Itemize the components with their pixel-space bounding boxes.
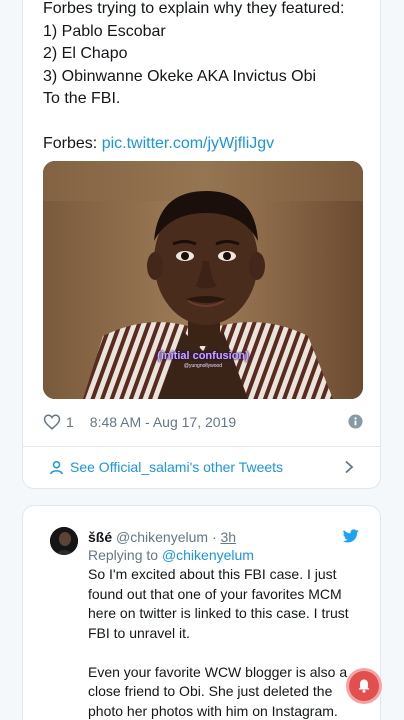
heart-icon[interactable] xyxy=(43,413,61,431)
see-other-tweets-label: See Official_salami's other Tweets xyxy=(70,459,284,475)
twitter-bird-icon[interactable] xyxy=(343,529,359,543)
media-caption: (initial confusion) xyxy=(157,350,249,362)
tweet-media-image[interactable]: (initial confusion) @yungnollywood xyxy=(43,161,363,399)
fab-inner xyxy=(349,671,379,701)
info-icon[interactable] xyxy=(348,414,363,429)
reply-text: So I'm excited about this FBI case. I ju… xyxy=(88,566,349,719)
reply-header: šßé @chikenyelum · 3h xyxy=(88,528,358,546)
tweet-timestamp[interactable]: 8:48 AM - Aug 17, 2019 xyxy=(90,414,236,430)
replying-to-handle[interactable]: @chikenyelum xyxy=(162,547,254,563)
see-other-tweets-link[interactable]: See Official_salami's other Tweets xyxy=(23,447,380,487)
tweet-media-link[interactable]: pic.twitter.com/jyWjfliJgv xyxy=(102,135,274,152)
avatar-image xyxy=(50,527,78,555)
avatar[interactable] xyxy=(50,527,78,555)
reply-tweet-card[interactable]: šßé @chikenyelum · 3h Replying to @chike… xyxy=(22,505,381,720)
author-handle[interactable]: @chikenyelum xyxy=(116,529,208,545)
embedded-tweet-card[interactable]: Forbes trying to explain why they featur… xyxy=(22,0,381,489)
tweet-text: Forbes trying to explain why they featur… xyxy=(43,0,345,152)
tweet-meta: 1 8:48 AM - Aug 17, 2019 xyxy=(43,411,363,433)
media-watermark: @yungnollywood xyxy=(183,363,223,369)
like-count: 1 xyxy=(66,414,74,430)
bell-icon xyxy=(358,679,370,693)
person-icon xyxy=(50,460,63,474)
author-name[interactable]: šßé xyxy=(88,529,112,545)
notification-fab[interactable] xyxy=(346,668,382,704)
reply-time[interactable]: 3h xyxy=(221,529,237,545)
chevron-right-icon xyxy=(345,460,354,474)
separator: · xyxy=(211,529,217,545)
replying-to: Replying to @chikenyelum xyxy=(88,547,254,563)
